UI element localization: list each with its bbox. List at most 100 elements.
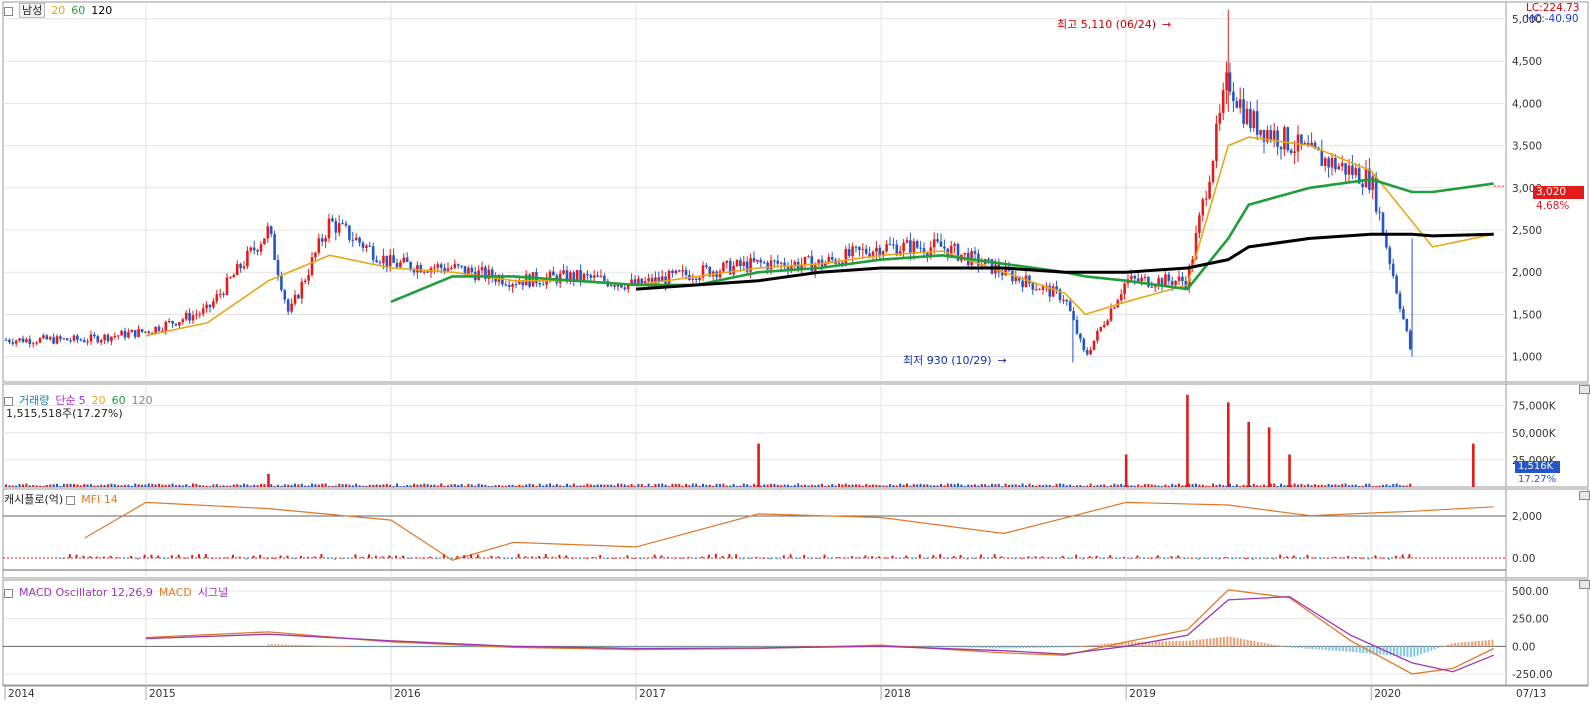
candle-body xyxy=(181,319,185,322)
macd-oscillator-bar xyxy=(675,646,678,648)
macd-oscillator-bar xyxy=(1467,641,1470,647)
candle-body xyxy=(266,226,270,239)
candle-body xyxy=(1201,199,1205,216)
macd-oscillator-bar xyxy=(1464,641,1467,647)
macd-oscillator-bar xyxy=(1212,637,1215,647)
volume-bar xyxy=(960,484,963,487)
cashflow-bar xyxy=(1014,558,1016,559)
candle-body xyxy=(722,262,725,272)
macd-oscillator-bar xyxy=(1093,644,1096,647)
cashflow-bar xyxy=(1054,558,1057,559)
volume-y-tick: 75,000K xyxy=(1512,401,1557,413)
candle-body xyxy=(89,334,93,342)
cashflow-bar xyxy=(157,555,160,558)
volume-bar xyxy=(613,485,616,487)
volume-bar xyxy=(657,483,660,487)
volume-bar xyxy=(1273,483,1276,487)
macd-oscillator-bar xyxy=(712,646,715,648)
candle-body xyxy=(1245,108,1249,124)
volume-bar xyxy=(161,484,164,487)
checkbox-icon[interactable] xyxy=(4,6,13,16)
volume-bar xyxy=(783,484,786,487)
volume-bar xyxy=(1018,485,1021,487)
candle-body xyxy=(1198,215,1201,234)
macd-oscillator-bar xyxy=(389,646,392,648)
cashflow-bar xyxy=(211,557,214,559)
macd-oscillator-bar xyxy=(410,646,413,648)
volume-bar xyxy=(1327,483,1330,487)
macd-oscillator-bar xyxy=(1433,646,1436,650)
macd-oscillator-bar xyxy=(328,645,331,647)
macd-oscillator-bar xyxy=(1396,646,1399,657)
candle-body xyxy=(1089,349,1092,355)
macd-oscillator-bar xyxy=(981,646,984,648)
candle-body xyxy=(756,259,759,262)
cashflow-bar xyxy=(82,555,85,558)
checkbox-icon[interactable] xyxy=(4,588,13,598)
cashflow-bar xyxy=(1265,558,1268,559)
volume-bar xyxy=(1348,485,1350,487)
macd-oscillator-bar xyxy=(692,646,695,648)
cashflow-bar xyxy=(504,558,506,559)
volume-bar xyxy=(1038,484,1041,487)
macd-oscillator-bar xyxy=(291,644,294,647)
macd-oscillator-bar xyxy=(1284,646,1287,648)
volume-bar xyxy=(1378,485,1381,487)
volume-bar xyxy=(542,485,545,487)
volume-bar xyxy=(1120,483,1123,487)
macd-oscillator-bar xyxy=(1032,646,1035,648)
macd-oscillator-bar xyxy=(743,646,746,648)
macd-oscillator-bar xyxy=(281,644,284,647)
volume-bar xyxy=(991,483,993,487)
flow-panel-menu-icon[interactable] xyxy=(1579,491,1590,500)
volume-bar xyxy=(776,484,779,487)
macd-oscillator-bar xyxy=(665,646,668,648)
volume-bar xyxy=(678,484,681,487)
candle-body xyxy=(171,321,174,324)
volume-bar xyxy=(287,484,290,487)
candle-body xyxy=(59,336,62,339)
volume-bar xyxy=(348,484,351,487)
cashflow-bar xyxy=(980,554,982,558)
candle-body xyxy=(752,258,756,262)
flow-legend: 캐시플로(억) MFI 14 xyxy=(4,491,124,507)
candle-body xyxy=(76,335,79,340)
volume-bar xyxy=(1399,485,1401,487)
macd-oscillator-bar xyxy=(1042,646,1045,648)
volume-bar xyxy=(419,484,422,487)
price-y-tick: 1,000 xyxy=(1512,352,1542,364)
cashflow-bar xyxy=(198,554,200,558)
chart-canvas[interactable]: 2014 2015 2016 2017 2018 2019 2020 07/13 1,000 1,… xyxy=(0,0,1590,713)
candle-body xyxy=(280,275,283,291)
volume-bar xyxy=(848,484,851,487)
volume-bar xyxy=(32,484,35,487)
candle-body xyxy=(480,267,484,271)
volume-bar xyxy=(736,485,738,487)
candle-body xyxy=(28,339,32,344)
macd-panel-menu-icon[interactable] xyxy=(1579,580,1590,589)
checkbox-icon[interactable] xyxy=(66,495,76,505)
macd-oscillator-bar xyxy=(321,645,324,647)
macd-oscillator-bar xyxy=(658,646,661,648)
candle-body xyxy=(586,273,589,276)
candle-body xyxy=(562,270,565,274)
candle-body xyxy=(603,275,606,281)
volume-bar xyxy=(355,483,358,487)
candle-body xyxy=(99,340,103,343)
macd-oscillator-bar xyxy=(699,646,702,648)
cashflow-bar xyxy=(973,558,976,559)
cashflow-bar xyxy=(878,556,880,558)
price-y-tick: 2,000 xyxy=(1512,267,1542,279)
candle-body xyxy=(1347,165,1351,175)
volume-bar xyxy=(1358,485,1361,487)
volume-bar xyxy=(1242,484,1245,487)
candle-body xyxy=(630,279,633,284)
current-price-badge: 3,020 xyxy=(1533,186,1584,199)
candle-body xyxy=(184,312,188,320)
cashflow-bar xyxy=(789,554,792,558)
macd-oscillator-bar xyxy=(1471,641,1474,647)
volume-bar xyxy=(637,483,640,487)
volume-panel-menu-icon[interactable] xyxy=(1579,385,1590,394)
volume-bar xyxy=(283,484,286,487)
candle-body xyxy=(892,244,895,246)
